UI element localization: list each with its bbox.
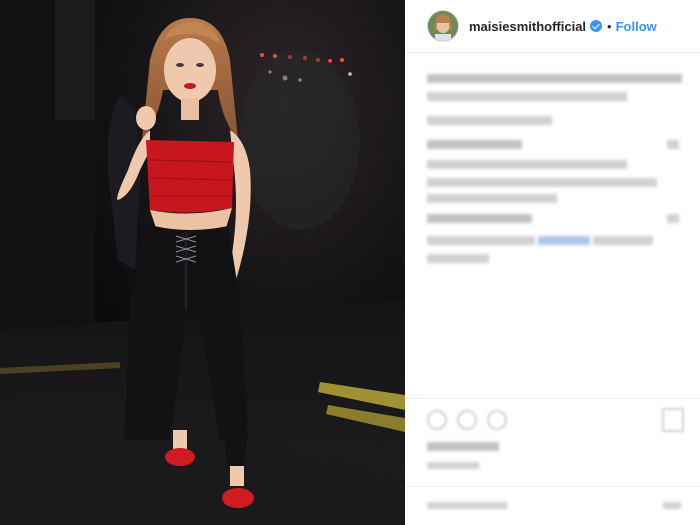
likes-count-blurred [427,442,499,451]
avatar[interactable] [427,10,459,42]
verified-badge-icon [590,20,603,32]
comment-blurred-line [427,236,535,245]
action-bar-divider [405,398,700,399]
caption-blurred-line [427,116,552,125]
separator-dot: • [607,18,612,34]
comment-blurred-line [427,254,489,263]
comment-blurred-line [667,140,679,149]
caption-blurred-line [427,74,682,83]
post-photo[interactable] [0,0,405,525]
comment-blurred-link [538,236,590,245]
comment-blurred-line [427,178,657,187]
comment-blurred-line [427,140,522,149]
comment-blurred-line [593,236,653,245]
comment-blurred-line [427,194,557,203]
comment-blurred-line [667,214,679,223]
username[interactable]: maisiesmithofficial [469,19,586,34]
comment-box-divider [405,486,700,487]
comment-blurred-line [427,214,532,223]
timestamp-blurred [427,462,479,469]
heart-icon[interactable] [427,410,447,430]
comment-blurred-line [427,160,627,169]
post-header: maisiesmithofficial • Follow [405,0,700,53]
follow-button[interactable]: Follow [616,19,657,34]
comment-icon[interactable] [457,410,477,430]
bookmark-icon[interactable] [662,408,684,432]
more-options-blurred[interactable] [663,502,681,509]
photo-illustration [0,0,405,525]
caption-blurred-line [427,92,627,101]
add-comment-blurred[interactable] [427,502,507,509]
share-icon[interactable] [487,410,507,430]
post-sidebar: maisiesmithofficial • Follow [405,0,700,525]
avatar-image [428,11,458,41]
instagram-post: maisiesmithofficial • Follow [0,0,700,525]
